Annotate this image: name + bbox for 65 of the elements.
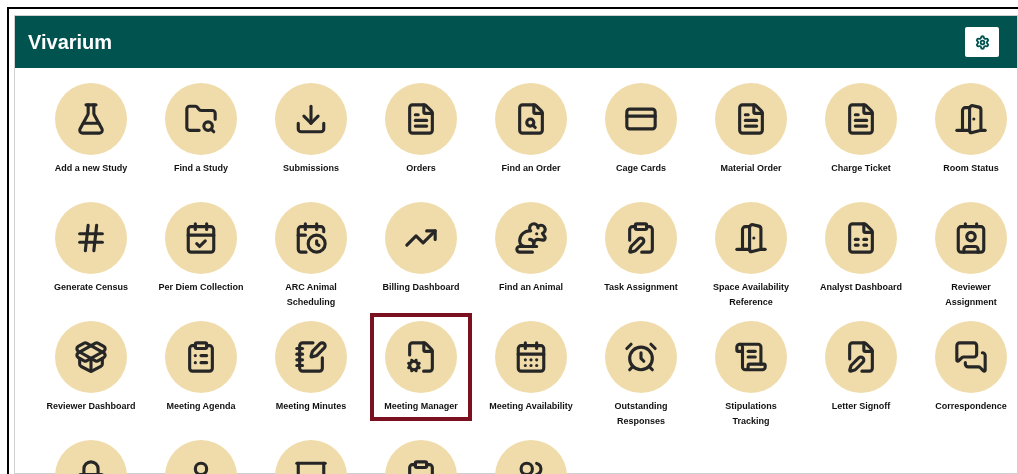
tile-label: Correspondence bbox=[934, 400, 1008, 413]
id-card-icon bbox=[954, 221, 988, 255]
tile-button[interactable]: Find an Animal bbox=[480, 194, 582, 302]
tile-label: Room Status bbox=[942, 162, 1000, 175]
tile-label: Meeting Availability bbox=[488, 400, 574, 413]
tile-button[interactable]: Meeting Agenda bbox=[150, 313, 252, 421]
tile-button[interactable]: Orders bbox=[370, 75, 472, 183]
tile-button[interactable]: Meeting Manager bbox=[370, 313, 472, 421]
tile-label: Letter Signoff bbox=[830, 400, 892, 413]
tile-button[interactable]: Letter Signoff bbox=[810, 313, 912, 421]
download-icon bbox=[294, 102, 328, 136]
tile-label: Space Availability Reference bbox=[712, 281, 790, 309]
tile-button[interactable]: Analyst Dashboard bbox=[810, 194, 912, 302]
page-title: Vivarium bbox=[28, 30, 113, 55]
tile-label: Stipulations Tracking bbox=[724, 400, 778, 428]
alarm-clock-icon bbox=[624, 340, 658, 374]
tile-button[interactable]: Find a Study bbox=[150, 75, 252, 183]
tile-button[interactable]: Meeting Availability bbox=[480, 313, 582, 421]
tile-button[interactable]: Per Diem Collection bbox=[150, 194, 252, 302]
tile-label: Submissions bbox=[282, 162, 340, 175]
tile-button[interactable]: Task Assignment bbox=[590, 194, 692, 302]
tile-label: Task Assignment bbox=[603, 281, 679, 294]
tile-label: Material Order bbox=[719, 162, 783, 175]
tile-label: Charge Ticket bbox=[830, 162, 892, 175]
tile-button[interactable]: Add a new Study bbox=[40, 75, 142, 183]
tile-label: Per Diem Collection bbox=[157, 281, 245, 294]
calendar-clock-icon bbox=[294, 221, 328, 255]
tile-button[interactable]: Generate Census bbox=[40, 194, 142, 302]
scroll-icon bbox=[734, 340, 768, 374]
door-icon bbox=[734, 221, 768, 255]
tile-button[interactable]: Billing Dashboard bbox=[370, 194, 472, 302]
tile-label: Analyst Dashboard bbox=[819, 281, 903, 294]
tile-button[interactable]: Find an Order bbox=[480, 75, 582, 183]
tile-label: ARC Animal Scheduling bbox=[284, 281, 338, 309]
tile-label: Cage Cards bbox=[615, 162, 667, 175]
door-icon bbox=[954, 102, 988, 136]
tile-button[interactable]: Room Status bbox=[920, 75, 1018, 183]
chat-bubbles-icon bbox=[954, 340, 988, 374]
tile-label: Meeting Agenda bbox=[165, 400, 237, 413]
tile-label: Orders bbox=[405, 162, 437, 175]
tile-button[interactable]: Material Order bbox=[700, 75, 802, 183]
notepad-icon bbox=[294, 340, 328, 374]
tile-button[interactable]: Submissions bbox=[260, 75, 362, 183]
tile-label: Find an Order bbox=[500, 162, 562, 175]
tile-button[interactable]: Cage Cards bbox=[590, 75, 692, 183]
calendar-check-icon bbox=[184, 221, 218, 255]
tile-label: Billing Dashboard bbox=[381, 281, 461, 294]
calendar-icon bbox=[514, 340, 548, 374]
folder-search-icon bbox=[184, 102, 218, 136]
tile-label: Add a new Study bbox=[53, 162, 129, 175]
tile-label: Reviewer Dashboard bbox=[45, 400, 137, 413]
tile-label: Generate Census bbox=[53, 281, 129, 294]
tile-label: Outstanding Responses bbox=[613, 400, 669, 428]
settings-button[interactable] bbox=[965, 27, 999, 57]
rat-icon bbox=[514, 221, 548, 255]
tile-button[interactable]: Reviewer Dashboard bbox=[40, 313, 142, 421]
tile-button[interactable]: Charge Ticket bbox=[810, 75, 912, 183]
settings-icon bbox=[974, 34, 990, 50]
tile-label: Find a Study bbox=[173, 162, 229, 175]
open-box-icon bbox=[74, 340, 108, 374]
tile-label: Meeting Manager bbox=[383, 400, 459, 413]
tile-label: Find an Animal bbox=[497, 281, 565, 294]
tile-label: Meeting Minutes bbox=[274, 400, 348, 413]
tile-label: Reviewer Assignment bbox=[944, 281, 998, 309]
tile-button[interactable]: Outstanding Responses bbox=[590, 313, 692, 436]
